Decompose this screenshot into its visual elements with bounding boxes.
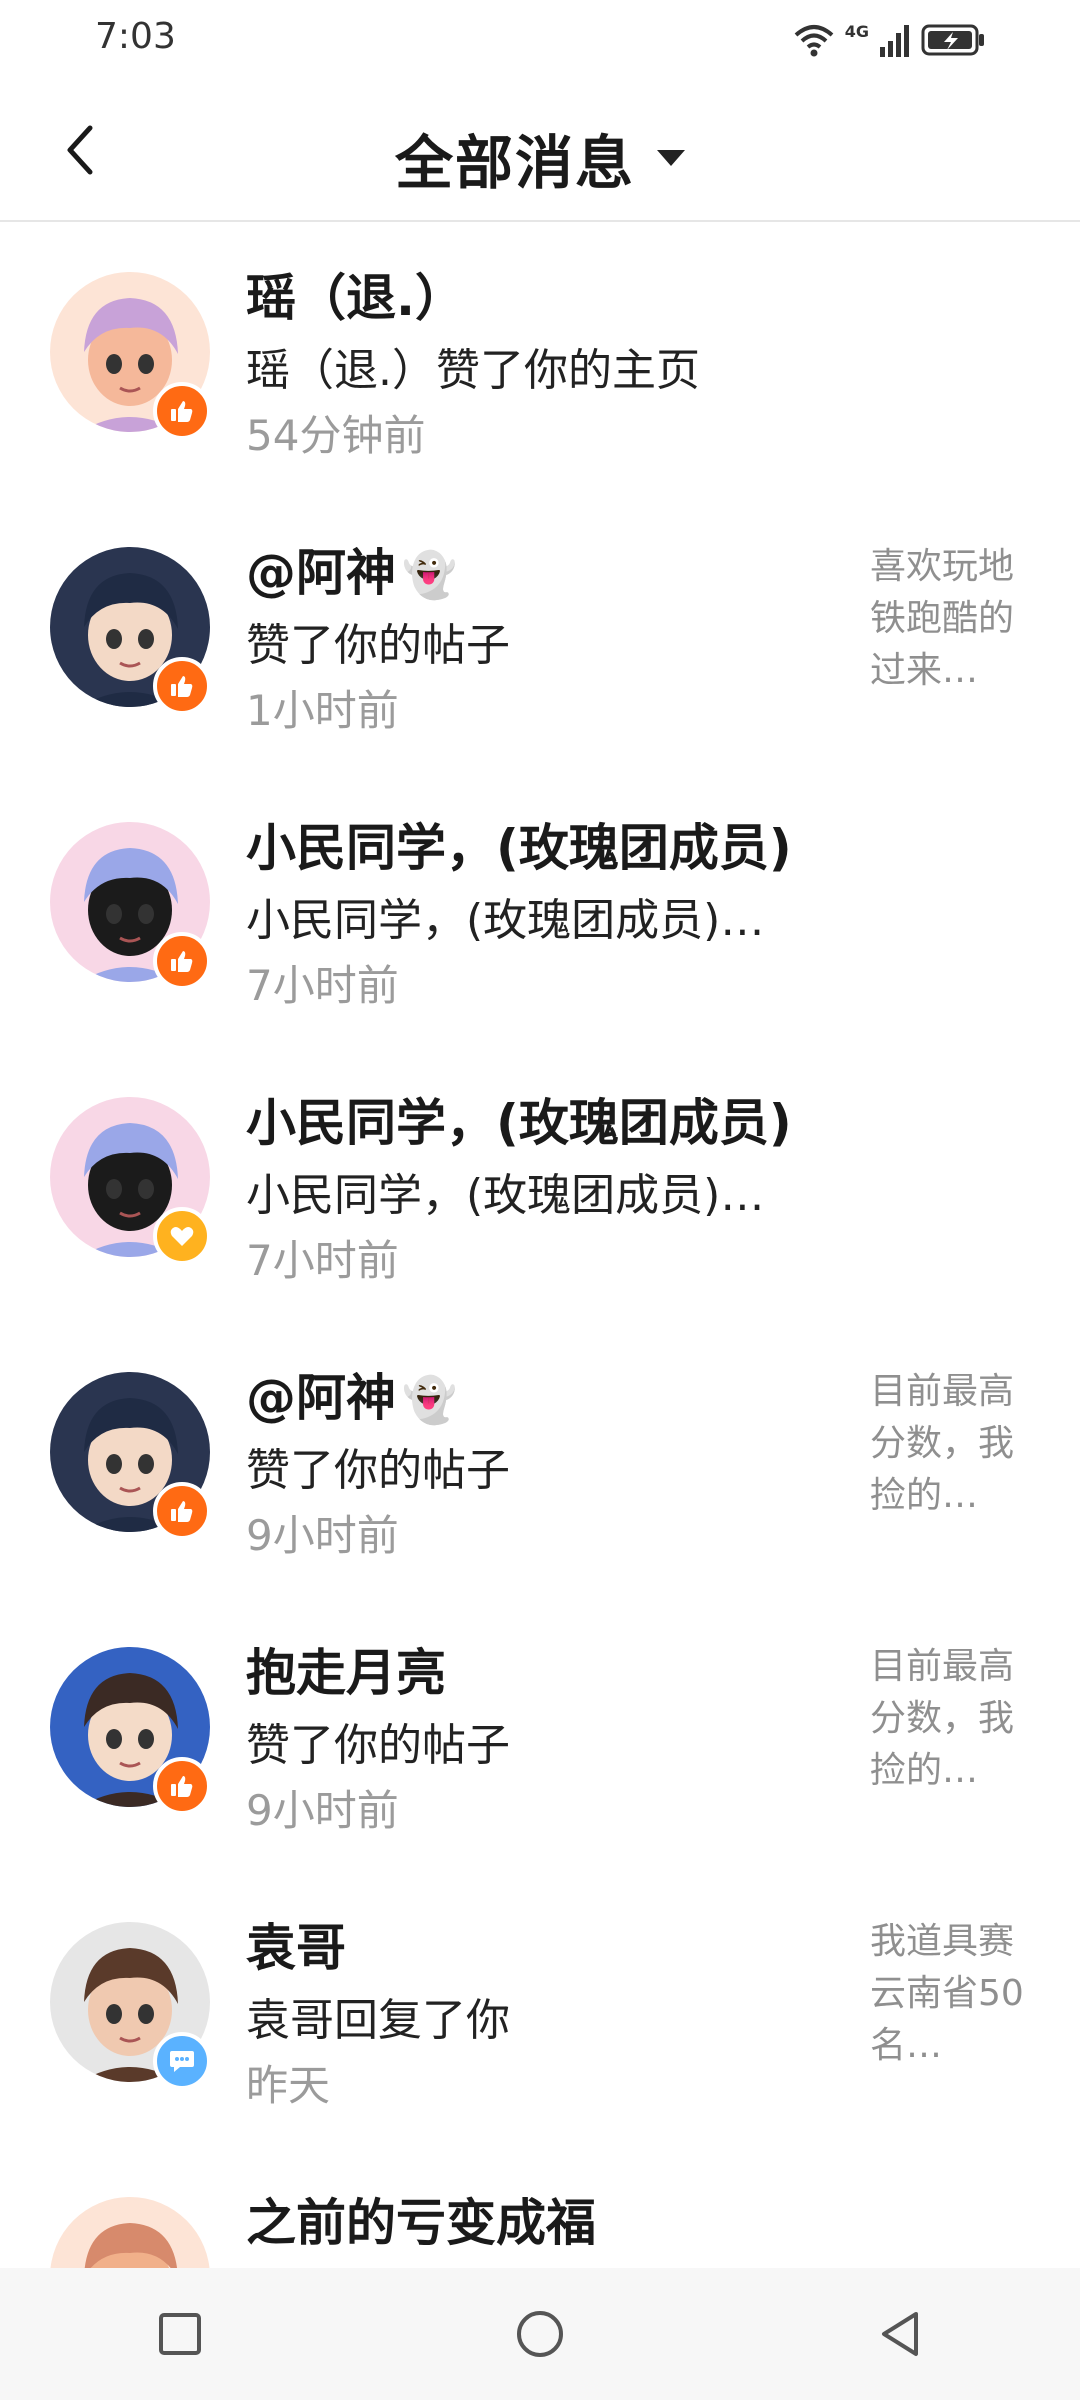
home-button[interactable] — [480, 2284, 600, 2384]
avatar[interactable] — [50, 2197, 210, 2268]
message-item[interactable]: 瑶（退.） 瑶（退.）赞了你的主页 54分钟前 — [0, 222, 1080, 497]
message-time: 7小时前 — [246, 961, 399, 1010]
signal-icon — [880, 25, 909, 57]
message-list[interactable]: 瑶（退.） 瑶（退.）赞了你的主页 54分钟前 @阿神 👻 赞了你的帖子 1小时前 喜欢玩地铁… — [0, 222, 1080, 2268]
like-badge — [153, 657, 211, 715]
sender-name-text: 袁哥 — [246, 1919, 346, 1977]
like-badge — [153, 1757, 211, 1815]
sender-name-text: @阿神 — [246, 544, 396, 602]
message-text: 赞了你的帖子 — [246, 1720, 510, 1771]
message-filter-dropdown[interactable]: 全部消息 — [0, 116, 1080, 200]
page-title: 全部消息 — [394, 129, 635, 197]
post-preview[interactable]: 喜欢玩地铁跑酷的过来… — [870, 541, 1040, 697]
heart-badge — [153, 1207, 211, 1265]
message-text: 小民同学，(玫瑰团成员)… — [246, 1170, 765, 1221]
post-preview[interactable]: 我道具赛云南省50名… — [870, 1916, 1040, 2072]
message-text: 小民同学，(玫瑰团成员)… — [246, 895, 765, 946]
heart-icon — [170, 1227, 194, 1246]
recent-apps-button[interactable] — [120, 2284, 240, 2384]
message-text: 赞了你的帖子 — [246, 1445, 510, 1496]
message-item[interactable]: 小民同学，(玫瑰团成员) 小民同学，(玫瑰团成员)… 7小时前 — [0, 1047, 1080, 1322]
message-item[interactable]: @阿神 👻 赞了你的帖子 1小时前 喜欢玩地铁跑酷的过来… — [0, 497, 1080, 772]
sender-name[interactable]: 抱走月亮 — [246, 1633, 446, 1705]
caret-down-icon — [657, 150, 685, 166]
thumbs-up-icon — [171, 401, 193, 422]
message-item[interactable]: 袁哥袁哥回复了你 昨天 我道具赛云南省50名… — [0, 1872, 1080, 2147]
message-item[interactable]: @阿神 👻 赞了你的帖子 9小时前 目前最高分数，我捡的… — [0, 1322, 1080, 1597]
thumbs-up-icon — [171, 1776, 193, 1797]
like-badge — [153, 932, 211, 990]
wifi-icon — [794, 25, 834, 57]
message-item[interactable]: 之前的亏变成福之前的亏变成福赞了你的 — [0, 2147, 1080, 2268]
sender-name-text: 小民同学，(玫瑰团成员) — [246, 819, 792, 877]
thumbs-up-icon — [171, 951, 193, 972]
sender-name-text: 之前的亏变成福 — [246, 2194, 596, 2252]
sender-name-text: @阿神 — [246, 1369, 396, 1427]
ghost-emoji-icon: 👻 — [402, 1375, 457, 1426]
sender-name-text: 小民同学，(玫瑰团成员) — [246, 1094, 792, 1152]
message-text: 赞了你的帖子 — [246, 620, 510, 671]
thumbs-up-icon — [171, 1501, 193, 1522]
status-icons: 4G — [793, 18, 985, 62]
like-badge — [153, 382, 211, 440]
message-text: 袁哥回复了你 — [246, 1995, 510, 2046]
thumbs-up-icon — [171, 676, 193, 697]
home-icon — [517, 2311, 563, 2357]
ghost-emoji-icon: 👻 — [402, 550, 457, 601]
network-type-label: 4G — [844, 21, 869, 41]
system-nav-bar — [0, 2268, 1080, 2400]
sender-name-text: 抱走月亮 — [246, 1644, 446, 1702]
post-preview[interactable]: 目前最高分数，我捡的… — [870, 1641, 1040, 1797]
sender-name[interactable]: 袁哥 — [246, 1908, 346, 1980]
message-time: 54分钟前 — [246, 411, 426, 460]
message-item[interactable]: 小民同学，(玫瑰团成员) 小民同学，(玫瑰团成员)… 7小时前 — [0, 772, 1080, 1047]
message-text: 瑶（退.）赞了你的主页 — [246, 345, 700, 396]
sender-name[interactable]: 小民同学，(玫瑰团成员) — [246, 1083, 792, 1155]
message-time: 7小时前 — [246, 1236, 399, 1285]
message-time: 9小时前 — [246, 1511, 399, 1560]
post-preview[interactable]: 目前最高分数，我捡的… — [870, 1366, 1040, 1522]
back-nav-button[interactable] — [840, 2284, 960, 2384]
message-time: 1小时前 — [246, 686, 399, 735]
like-badge — [153, 1482, 211, 1540]
sender-name[interactable]: 之前的亏变成福 — [246, 2183, 596, 2255]
message-text: 之前的亏变成福赞了你的 — [246, 2259, 730, 2268]
status-time: 7:03 — [95, 16, 176, 57]
sender-name[interactable]: 瑶（退.） — [246, 258, 465, 330]
sender-name[interactable]: @阿神 👻 — [246, 533, 457, 605]
status-bar: 7:03 4G — [0, 0, 1080, 80]
comment-badge — [153, 2032, 211, 2090]
comment-icon — [170, 2051, 194, 2072]
message-time: 9小时前 — [246, 1786, 399, 1835]
recent-apps-icon — [159, 2313, 201, 2355]
message-item[interactable]: 抱走月亮赞了你的帖子 9小时前 目前最高分数，我捡的… — [0, 1597, 1080, 1872]
back-triangle-icon — [882, 2312, 918, 2356]
top-bar: 全部消息 — [0, 80, 1080, 222]
message-time: 昨天 — [246, 2061, 331, 2110]
sender-name[interactable]: 小民同学，(玫瑰团成员) — [246, 808, 792, 880]
sender-name-text: 瑶（退.） — [246, 269, 465, 327]
sender-name[interactable]: @阿神 👻 — [246, 1358, 457, 1430]
battery-charging-icon — [921, 24, 984, 56]
